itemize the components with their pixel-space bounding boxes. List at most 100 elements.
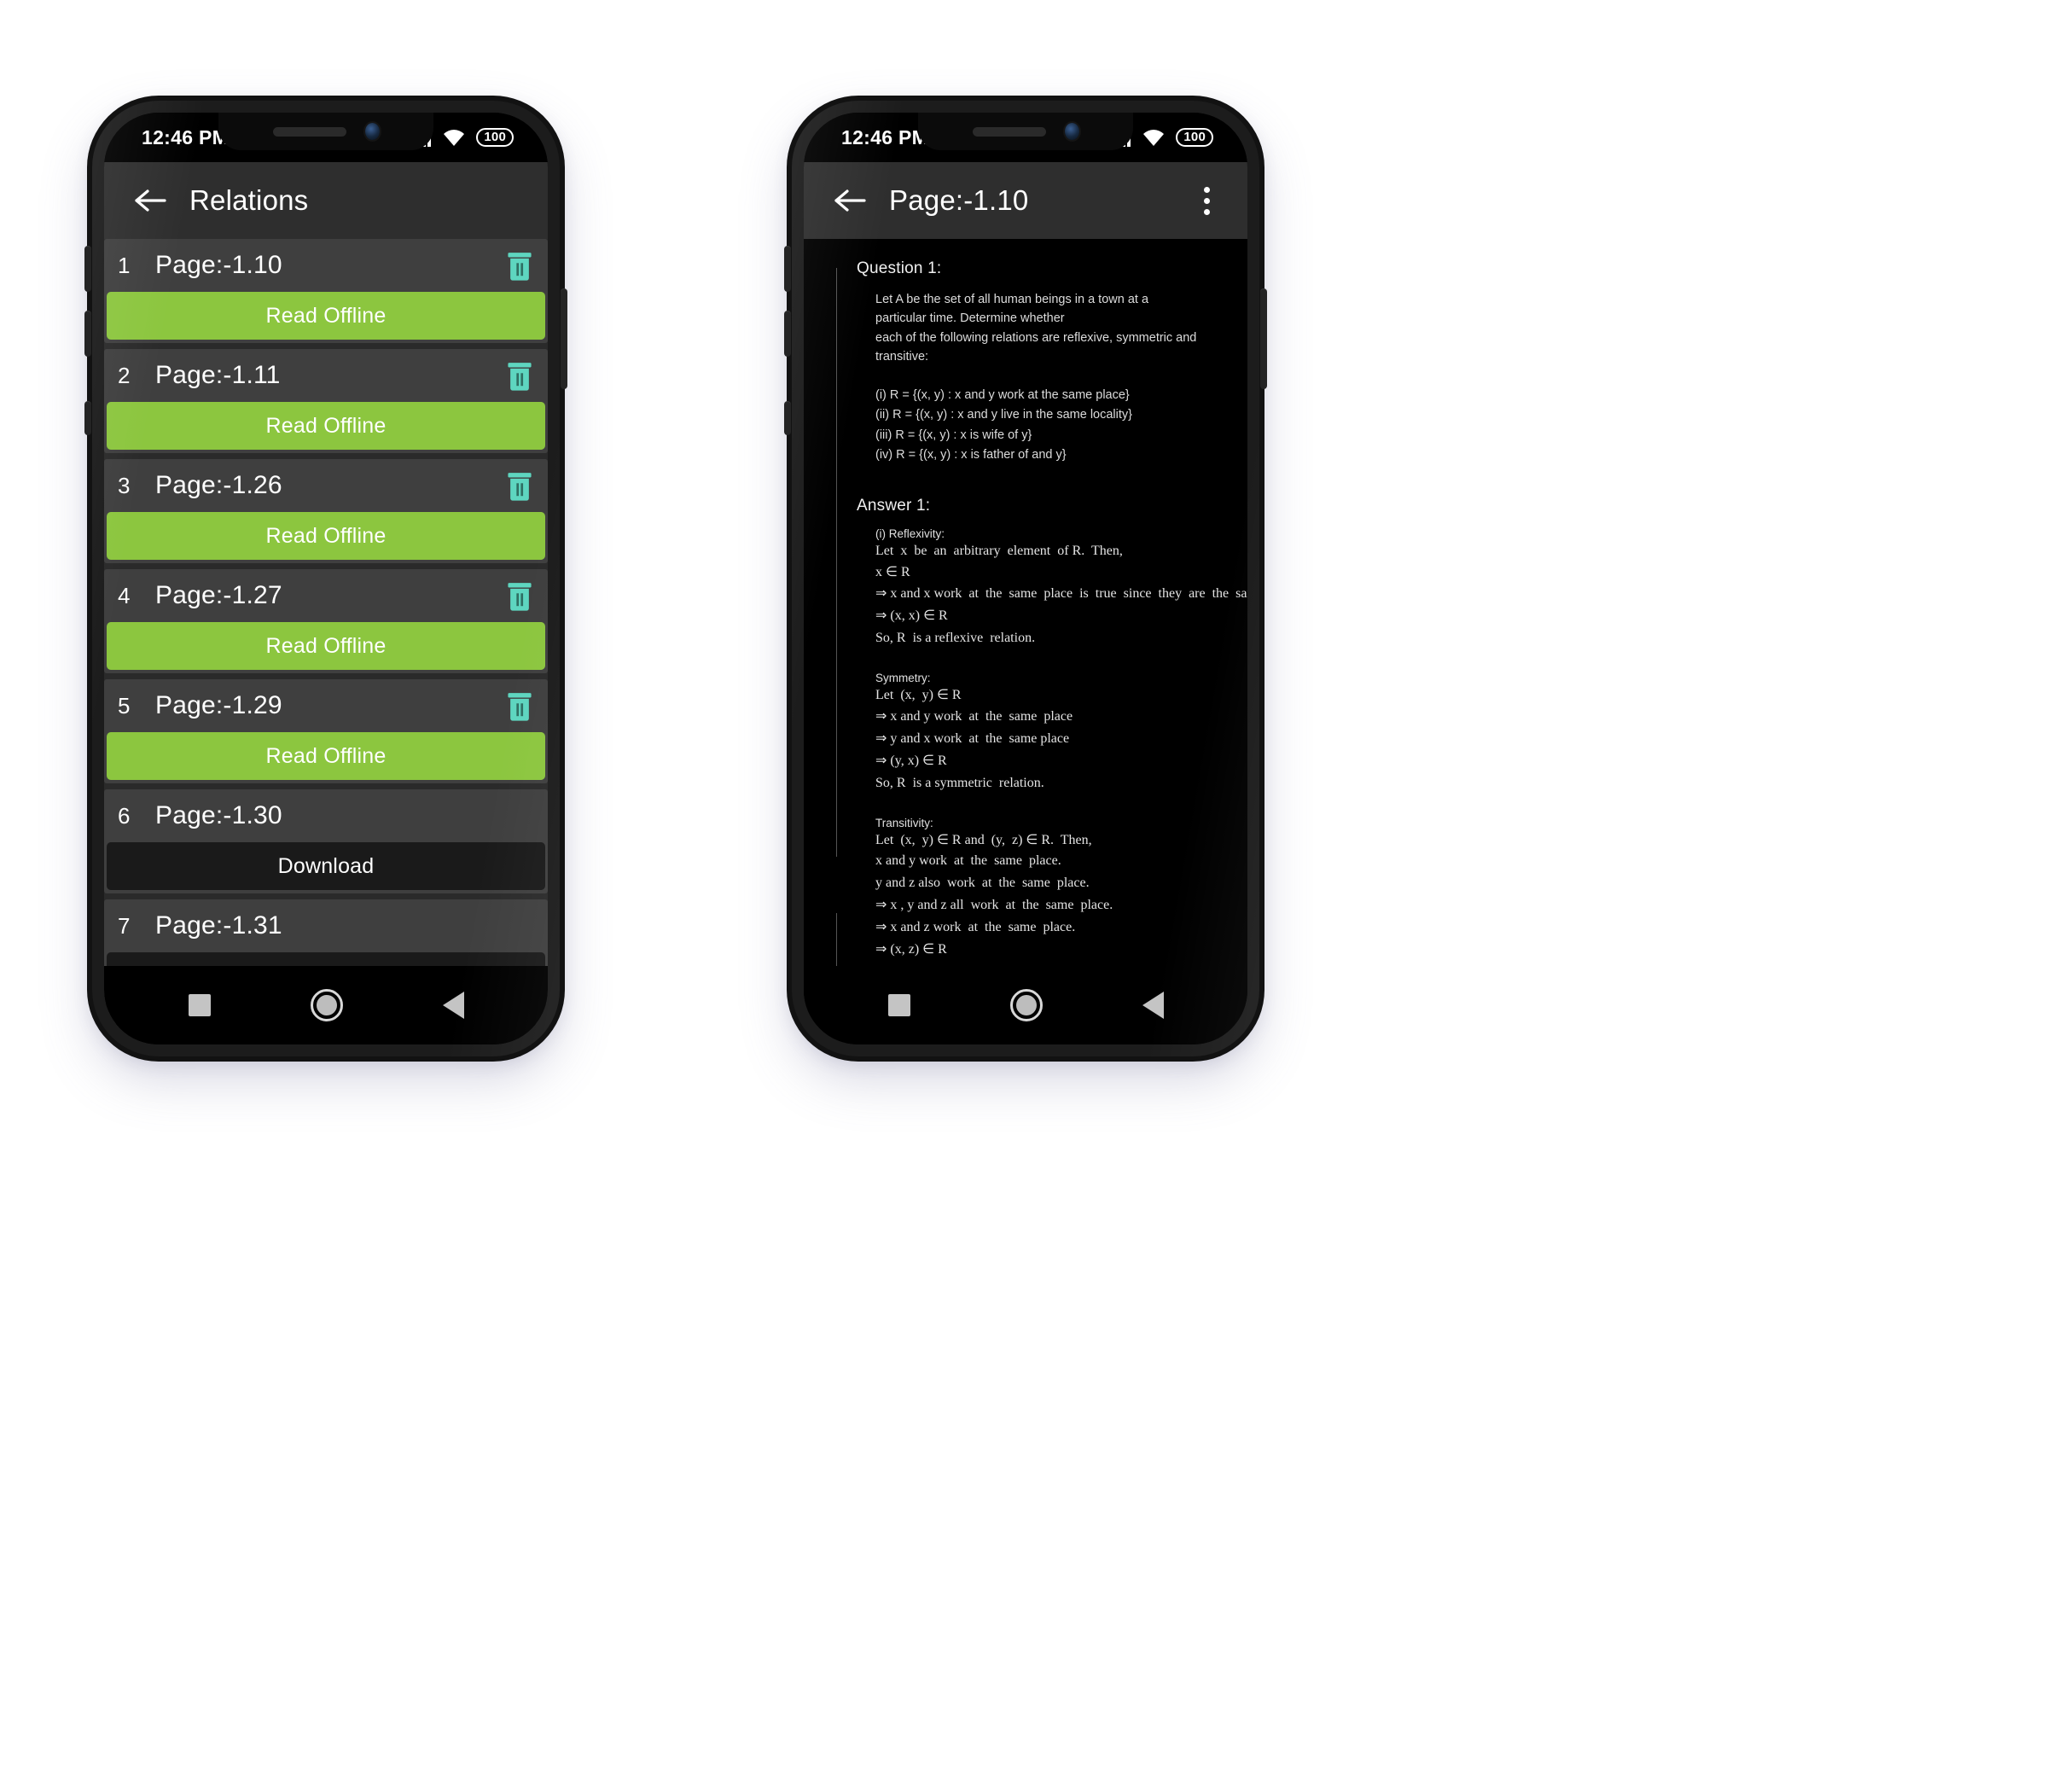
answer-line: ⇒ x and z work at the same place. [875, 919, 1076, 934]
question-heading: Question 1: [857, 259, 942, 277]
question-item: (iv) R = {(x, y) : x is father of and y} [875, 448, 1067, 463]
status-bar-left: 12:46 PM 100 [104, 113, 548, 162]
list-item-title: Page:-1.31 [155, 911, 282, 940]
answer-section: Symmetry: Let (x, y) ∈ R ⇒ x and y work … [875, 672, 1200, 794]
side-key-right-right-phone[interactable] [1260, 288, 1267, 389]
android-nav-bar-right [804, 966, 1247, 1044]
earpiece-speaker [272, 126, 346, 137]
answer-line: x and y work at the same place. [875, 853, 1061, 869]
back-arrow-icon[interactable] [829, 180, 870, 221]
answer-body: (i) Reflexivity: Let x be an arbitrary e… [857, 527, 1247, 1024]
list-item-header: 7 Page:-1.31 [104, 899, 548, 952]
list-item-index: 5 [118, 692, 131, 719]
list-item[interactable]: 1 Page:-1.10 Read Offline [104, 239, 548, 343]
wifi-icon [1143, 130, 1165, 146]
front-camera [364, 123, 380, 140]
answer-line: ⇒ (x, x) ∈ R [875, 608, 948, 624]
answer-line: ⇒ x , y and z all work at the same place… [875, 898, 1113, 913]
wifi-icon [444, 130, 465, 146]
read-offline-button[interactable]: Read Offline [107, 622, 545, 670]
phone-device-right: 12:46 PM 100 Page:-1.10 Question 1: Let … [784, 101, 1267, 1056]
back-triangle-icon[interactable] [442, 992, 464, 1019]
list-item-index: 7 [118, 912, 131, 939]
list-item-index: 6 [118, 802, 131, 829]
answer-section: (i) Reflexivity: Let x be an arbitrary e… [875, 527, 1247, 649]
status-time: 12:46 PM [142, 125, 230, 148]
battery-icon: 100 [476, 128, 514, 147]
trash-icon[interactable] [505, 469, 534, 502]
back-arrow-icon[interactable] [130, 180, 171, 221]
app-bar-left: Relations [104, 162, 548, 239]
list-item-title: Page:-1.30 [155, 801, 282, 829]
answer-section-label: Transitivity: [875, 816, 933, 829]
back-triangle-icon[interactable] [1142, 992, 1164, 1019]
answer-section: Transitivity: Let (x, y) ∈ R and (y, z) … [875, 817, 1200, 983]
page-list-scroll-area[interactable]: 1 Page:-1.10 Read Offline 2 Page:-1.11 R… [104, 239, 548, 1024]
overflow-menu-icon[interactable] [1188, 180, 1225, 221]
list-item-title: Page:-1.11 [155, 361, 281, 389]
trash-icon[interactable] [505, 579, 534, 612]
answer-line: ⇒ x and y work at the same place [875, 708, 1073, 724]
list-item-header: 2 Page:-1.11 [104, 349, 548, 402]
list-item-title: Page:-1.26 [155, 471, 282, 499]
volume-up-button-left[interactable] [84, 246, 91, 292]
list-item[interactable]: 6 Page:-1.30 Download [104, 789, 548, 893]
answer-line: ⇒ y and x work at the same place [875, 730, 1070, 746]
read-offline-button[interactable]: Read Offline [107, 292, 545, 340]
notch-cutout [918, 113, 1133, 150]
answer-line: x ∈ R [875, 564, 910, 579]
trash-icon[interactable] [505, 359, 534, 392]
download-button[interactable]: Download [107, 842, 545, 890]
phone-screen-left: 12:46 PM 100 Relations 1 Page:-1.10 Read… [104, 113, 548, 1044]
answer-line: So, R is a reflexive relation. [875, 631, 1036, 646]
answer-line: Let (x, y) ∈ R [875, 688, 962, 703]
list-item-title: Page:-1.29 [155, 691, 282, 719]
answer-line: Let x be an arbitrary element of R. Then… [875, 543, 1123, 558]
read-offline-button[interactable]: Read Offline [107, 732, 545, 780]
read-offline-button[interactable]: Read Offline [107, 512, 545, 560]
list-item-index: 4 [118, 582, 131, 608]
list-item[interactable]: 5 Page:-1.29 Read Offline [104, 679, 548, 783]
list-item[interactable]: 2 Page:-1.11 Read Offline [104, 349, 548, 453]
list-item-header: 6 Page:-1.30 [104, 789, 548, 842]
answer-line: ⇒ (y, x) ∈ R [875, 753, 947, 768]
question-intro-line-2: each of the following relations are refl… [875, 330, 1197, 364]
answer-line: ⇒ (x, z) ∈ R [875, 941, 947, 957]
page-title: Page:-1.10 [889, 184, 1029, 216]
volume-down-button-left[interactable] [84, 311, 91, 357]
question-item-list: (i) R = {(x, y) : x and y work at the sa… [875, 386, 1200, 466]
list-item-index: 2 [118, 362, 131, 388]
trash-icon[interactable] [505, 689, 534, 722]
volume-down-button-right[interactable] [784, 311, 791, 357]
recents-square-icon[interactable] [887, 994, 910, 1016]
power-button-right[interactable] [784, 401, 791, 435]
question-body: Let A be the set of all human beings in … [857, 290, 1200, 466]
notch-cutout [218, 113, 433, 150]
list-item-title: Page:-1.27 [155, 581, 282, 609]
document-page: Question 1: Let A be the set of all huma… [804, 239, 1247, 1024]
power-button-left[interactable] [84, 401, 91, 435]
volume-up-button-right[interactable] [784, 246, 791, 292]
question-item: (ii) R = {(x, y) : x and y live in the s… [875, 408, 1132, 422]
page-title: Relations [189, 184, 309, 216]
recents-square-icon[interactable] [188, 994, 211, 1016]
document-scroll-area[interactable]: Question 1: Let A be the set of all huma… [804, 239, 1247, 1024]
status-time: 12:46 PM [841, 125, 929, 148]
list-item-header: 5 Page:-1.29 [104, 679, 548, 732]
question-item: (iii) R = {(x, y) : x is wife of y} [875, 428, 1032, 442]
list-item-header: 1 Page:-1.10 [104, 239, 548, 292]
home-circle-icon[interactable] [310, 989, 343, 1021]
side-key-right-left-phone[interactable] [561, 288, 567, 389]
question-item: (i) R = {(x, y) : x and y work at the sa… [875, 387, 1130, 402]
list-item-title: Page:-1.10 [155, 251, 282, 279]
read-offline-button[interactable]: Read Offline [107, 402, 545, 450]
question-intro-line-1: Let A be the set of all human beings in … [875, 293, 1149, 326]
phone-device-left: 12:46 PM 100 Relations 1 Page:-1.10 Read… [84, 101, 567, 1056]
home-circle-icon[interactable] [1009, 989, 1043, 1021]
front-camera [1064, 123, 1079, 140]
list-item-index: 3 [118, 472, 131, 498]
list-item[interactable]: 3 Page:-1.26 Read Offline [104, 459, 548, 563]
list-item[interactable]: 4 Page:-1.27 Read Offline [104, 569, 548, 673]
trash-icon[interactable] [505, 249, 534, 282]
list-item-header: 4 Page:-1.27 [104, 569, 548, 622]
